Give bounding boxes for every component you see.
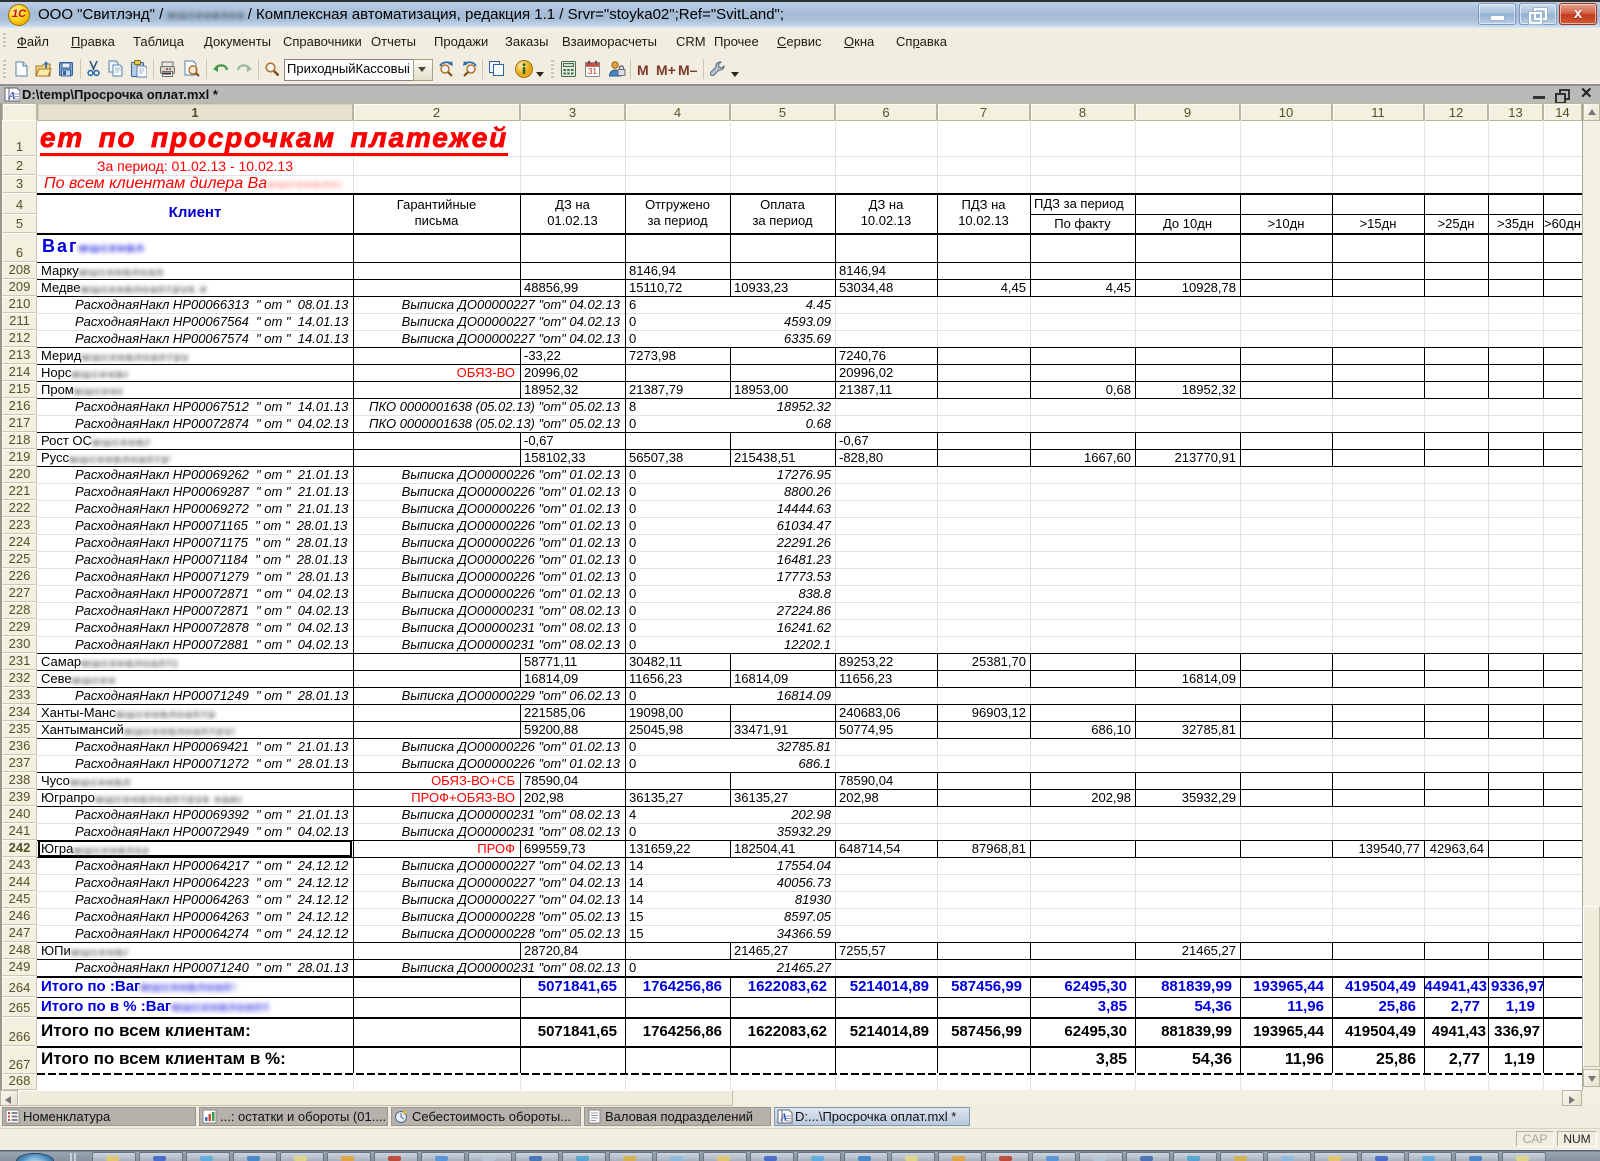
svg-text:31: 31	[588, 67, 597, 76]
